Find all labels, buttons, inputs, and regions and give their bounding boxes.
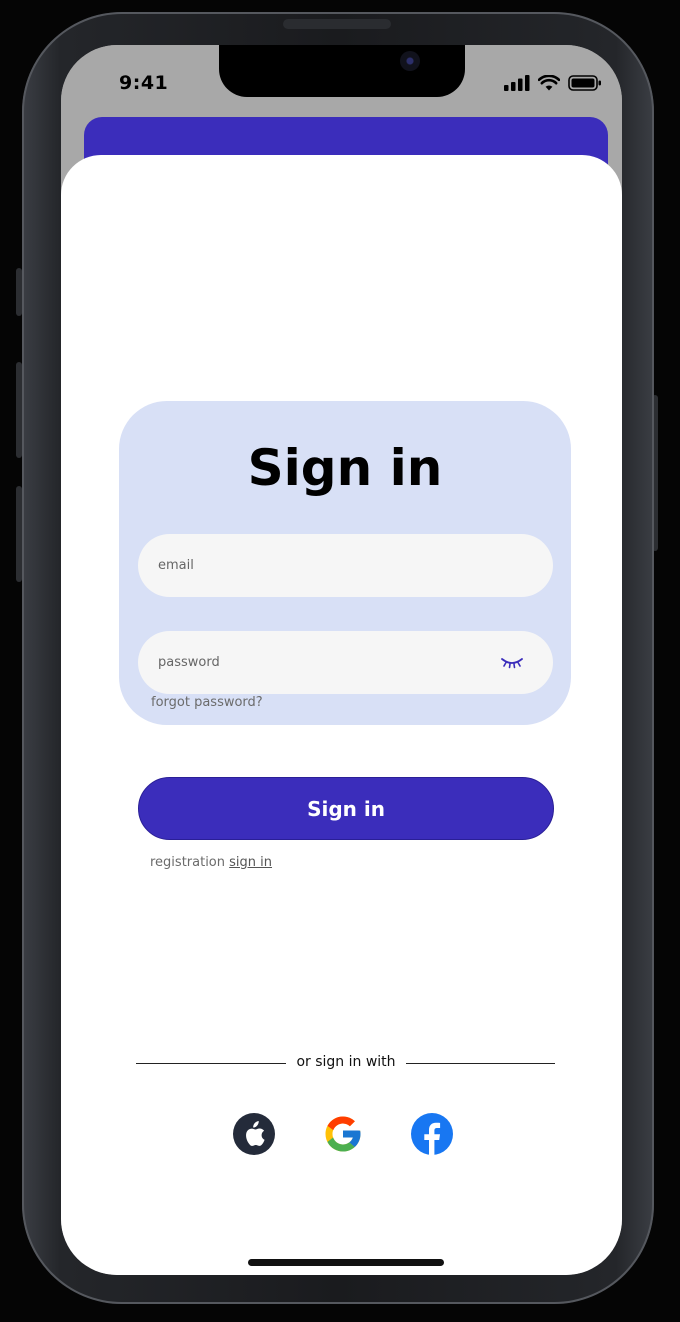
google-icon: [325, 1116, 361, 1152]
eye-closed-icon[interactable]: [500, 654, 524, 670]
notch: [219, 45, 465, 97]
forgot-password-link[interactable]: forgot password?: [151, 695, 263, 710]
alt-signin-label: or sign in with: [296, 1054, 396, 1070]
password-field[interactable]: [138, 631, 553, 694]
home-indicator: [248, 1259, 444, 1266]
apple-signin-button[interactable]: [233, 1113, 275, 1155]
divider-right: [406, 1063, 555, 1064]
status-icons: [504, 75, 602, 91]
earpiece-speaker: [283, 19, 391, 29]
registration-row: registration sign in: [150, 855, 272, 870]
facebook-icon: [424, 1122, 441, 1155]
facebook-signin-button[interactable]: [411, 1113, 453, 1155]
screen: 9:41 Sign in email forgot password? Sign…: [61, 45, 622, 1275]
registration-label: registration: [150, 855, 226, 870]
signin-sheet: Sign in: [61, 155, 622, 1275]
status-bar: 9:41: [61, 45, 622, 125]
apple-icon: [246, 1121, 265, 1146]
signin-card: Sign in: [119, 401, 571, 725]
status-time: 9:41: [119, 72, 169, 94]
email-field[interactable]: [138, 534, 553, 597]
wifi-icon: [538, 75, 560, 91]
divider-left: [136, 1063, 286, 1064]
front-camera: [400, 51, 420, 71]
battery-icon: [568, 75, 601, 91]
registration-signin-link[interactable]: sign in: [229, 855, 272, 870]
google-signin-button[interactable]: [322, 1113, 364, 1155]
signin-button[interactable]: Sign in: [138, 777, 554, 840]
page-title: Sign in: [247, 439, 443, 497]
cellular-signal-icon: [504, 75, 530, 91]
